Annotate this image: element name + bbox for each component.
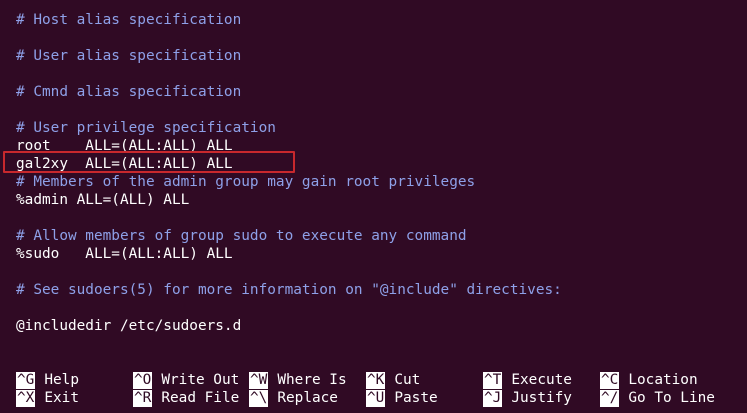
admin-privilege-line: %admin ALL=(ALL) ALL [16,192,190,208]
shortcut-action: Exit [44,390,79,406]
shortcut-action: Justify [511,390,572,406]
shortcut-key: ^W [249,371,269,389]
comment-cmnd-alias: # Cmnd alias specification [16,84,242,100]
shortcut-key: ^O [133,371,153,389]
shortcut-key: ^\ [249,389,269,407]
shortcut-help[interactable]: ^G Help [16,371,79,389]
shortcut-replace[interactable]: ^\ Replace [249,389,338,407]
includedir-line: @includedir /etc/sudoers.d [16,318,242,334]
shortcut-cut[interactable]: ^K Cut [366,371,420,389]
comment-admin-group: # Members of the admin group may gain ro… [16,174,476,190]
shortcut-key: ^X [16,389,36,407]
shortcut-key: ^/ [600,389,620,407]
shortcut-action: Execute [511,372,572,388]
shortcut-key: ^C [600,371,620,389]
shortcut-action: Read File [161,390,240,406]
highlight-box [3,151,295,173]
shortcut-execute[interactable]: ^T Execute [483,371,572,389]
shortcut-paste[interactable]: ^U Paste [366,389,438,407]
terminal-editor[interactable]: # Host alias specification # User alias … [0,0,747,413]
shortcut-action: Where Is [277,372,347,388]
shortcut-action: Paste [394,390,438,406]
comment-user-privilege: # User privilege specification [16,120,276,136]
comment-host-alias: # Host alias specification [16,12,242,28]
shortcut-action: Help [44,372,79,388]
shortcut-justify[interactable]: ^J Justify [483,389,572,407]
shortcut-action: Cut [394,372,421,388]
shortcut-action: Go To Line [628,390,715,406]
shortcut-action: Replace [277,390,338,406]
shortcut-key: ^T [483,371,503,389]
shortcut-action: Write Out [161,372,240,388]
sudo-privilege-line: %sudo ALL=(ALL:ALL) ALL [16,246,233,262]
shortcut-action: Location [628,372,698,388]
shortcut-key: ^J [483,389,503,407]
shortcut-write-out[interactable]: ^O Write Out [133,371,239,389]
comment-include-directives: # See sudoers(5) for more information on… [16,282,562,298]
shortcut-key: ^K [366,371,386,389]
shortcut-location[interactable]: ^C Location [600,371,698,389]
shortcut-go-to-line[interactable]: ^/ Go To Line [600,389,715,407]
shortcut-key: ^R [133,389,153,407]
shortcut-read-file[interactable]: ^R Read File [133,389,239,407]
shortcut-key: ^U [366,389,386,407]
comment-sudo-group: # Allow members of group sudo to execute… [16,228,467,244]
shortcut-key: ^G [16,371,36,389]
shortcut-where-is[interactable]: ^W Where Is [249,371,347,389]
comment-user-alias: # User alias specification [16,48,242,64]
shortcut-exit[interactable]: ^X Exit [16,389,79,407]
